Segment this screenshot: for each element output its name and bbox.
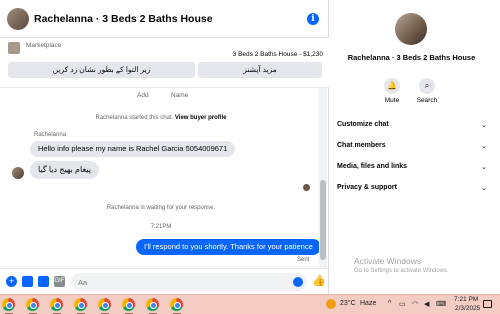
gif-icon[interactable]: GIF xyxy=(54,276,65,287)
profile-avatar[interactable] xyxy=(395,13,427,45)
mark-pending-button[interactable]: زیر التوا کے بطور نشان زد کریں xyxy=(8,62,195,78)
chat-title[interactable]: Rachelanna · 3 Beds 2 Baths House xyxy=(34,13,213,25)
chevron-down-icon: ⌄ xyxy=(481,122,487,129)
more-options-button[interactable]: مزید آپشنز xyxy=(198,62,322,78)
chat-started-text: Rachelanna started this chat. xyxy=(95,115,174,121)
weather-sun-icon[interactable] xyxy=(326,299,336,309)
chrome-icon[interactable] xyxy=(170,298,183,311)
message-thread: Add Name Rachelanna started this chat. V… xyxy=(0,88,329,268)
notification-icon[interactable] xyxy=(483,300,492,308)
seen-avatar xyxy=(303,184,310,191)
chrome-icon[interactable] xyxy=(122,298,135,311)
thread-scrollbar[interactable] xyxy=(319,88,327,268)
chevron-down-icon: ⌄ xyxy=(481,185,487,192)
chrome-icon[interactable] xyxy=(98,298,111,311)
temperature[interactable]: 23°C xyxy=(340,300,356,307)
chat-members-row[interactable]: Chat members ⌄ xyxy=(337,142,487,158)
scrollbar-thumb[interactable] xyxy=(320,180,326,260)
wifi-icon[interactable]: ◠ xyxy=(412,300,418,308)
search-label[interactable]: Search xyxy=(412,97,442,104)
chevron-down-icon: ⌄ xyxy=(481,143,487,150)
outgoing-message[interactable]: I'll respond to you shortly. Thanks for … xyxy=(136,239,321,255)
sender-avatar[interactable] xyxy=(12,167,24,179)
customize-chat-row[interactable]: Customize chat ⌄ xyxy=(337,121,487,137)
plus-icon[interactable]: + xyxy=(6,276,17,287)
chrome-icon[interactable] xyxy=(146,298,159,311)
keyboard-icon[interactable]: ⌨ xyxy=(436,300,446,308)
clock-time[interactable]: 7:21 PM xyxy=(454,296,478,303)
chrome-icon[interactable] xyxy=(2,298,15,311)
time-separator: 7:21PM xyxy=(150,224,172,230)
chevron-up-icon[interactable]: ^ xyxy=(388,300,391,307)
waiting-notice: Rachelanna is waiting for your response. xyxy=(106,205,216,211)
panel-title: Rachelanna · 3 Beds 2 Baths House xyxy=(347,53,476,62)
chat-header: Rachelanna · 3 Beds 2 Baths House i xyxy=(0,0,329,38)
chat-panel: Rachelanna · 3 Beds 2 Baths House i Mark… xyxy=(0,0,329,294)
sender-name: Rachelanna xyxy=(34,132,67,138)
section-label: Chat members xyxy=(337,142,386,149)
activate-windows-subtitle: Go to Settings to activate Windows. xyxy=(354,268,449,274)
search-icon[interactable]: ⌕ xyxy=(419,78,435,94)
battery-icon[interactable]: ▭ xyxy=(399,300,406,308)
chrome-icon[interactable] xyxy=(74,298,87,311)
weather-condition[interactable]: Haze xyxy=(360,300,376,307)
incoming-message[interactable]: پیغام بھیج دیا گیا xyxy=(30,161,99,179)
section-label: Privacy & support xyxy=(337,184,397,191)
marketplace-banner: Marketplace 3 Beds 2 Baths House - $1,23… xyxy=(0,38,329,88)
section-label: Media, files and links xyxy=(337,163,408,170)
mute-bell-icon[interactable]: 🔔 xyxy=(384,78,400,94)
sticker-icon[interactable] xyxy=(38,276,49,287)
chat-info-panel: Rachelanna · 3 Beds 2 Baths House 🔔 Mute… xyxy=(329,0,500,294)
clock-date[interactable]: 2/3/2025 xyxy=(455,305,480,312)
marketplace-label: Marketplace xyxy=(26,42,62,49)
media-files-links-row[interactable]: Media, files and links ⌄ xyxy=(337,163,487,179)
thumbs-up-icon[interactable]: 👍 xyxy=(312,275,326,288)
section-label: Customize chat xyxy=(337,121,389,128)
activate-windows-title: Activate Windows xyxy=(354,256,422,266)
tab-add[interactable]: Add xyxy=(137,92,149,99)
listing-title[interactable]: 3 Beds 2 Baths House - $1,230 xyxy=(233,51,323,58)
messenger-app: Rachelanna · 3 Beds 2 Baths House i Mark… xyxy=(0,0,500,294)
taskbar: 23°C Haze ^ ▭ ◠ ◀ ⌨ 7:21 PM 2/3/2025 xyxy=(0,294,500,314)
mute-label[interactable]: Mute xyxy=(377,97,407,104)
privacy-support-row[interactable]: Privacy & support ⌄ xyxy=(337,184,487,200)
tab-name[interactable]: Name xyxy=(171,92,188,99)
message-input[interactable] xyxy=(71,273,307,291)
view-buyer-profile-link[interactable]: View buyer profile xyxy=(175,115,227,121)
chat-started-notice: Rachelanna started this chat. View buyer… xyxy=(0,115,322,121)
chat-avatar[interactable] xyxy=(7,8,29,30)
info-icon[interactable]: i xyxy=(307,13,319,25)
chevron-down-icon: ⌄ xyxy=(481,164,487,171)
chrome-icon[interactable] xyxy=(50,298,63,311)
chrome-icon[interactable] xyxy=(26,298,39,311)
incoming-message[interactable]: Hello info please my name is Rachel Garc… xyxy=(30,141,236,157)
sent-status: Sent xyxy=(297,257,310,263)
image-icon[interactable] xyxy=(22,276,33,287)
composer: + GIF 👍 xyxy=(0,268,329,294)
listing-thumbnail[interactable] xyxy=(8,42,20,54)
volume-icon[interactable]: ◀ xyxy=(424,300,429,308)
emoji-icon[interactable] xyxy=(293,277,303,287)
